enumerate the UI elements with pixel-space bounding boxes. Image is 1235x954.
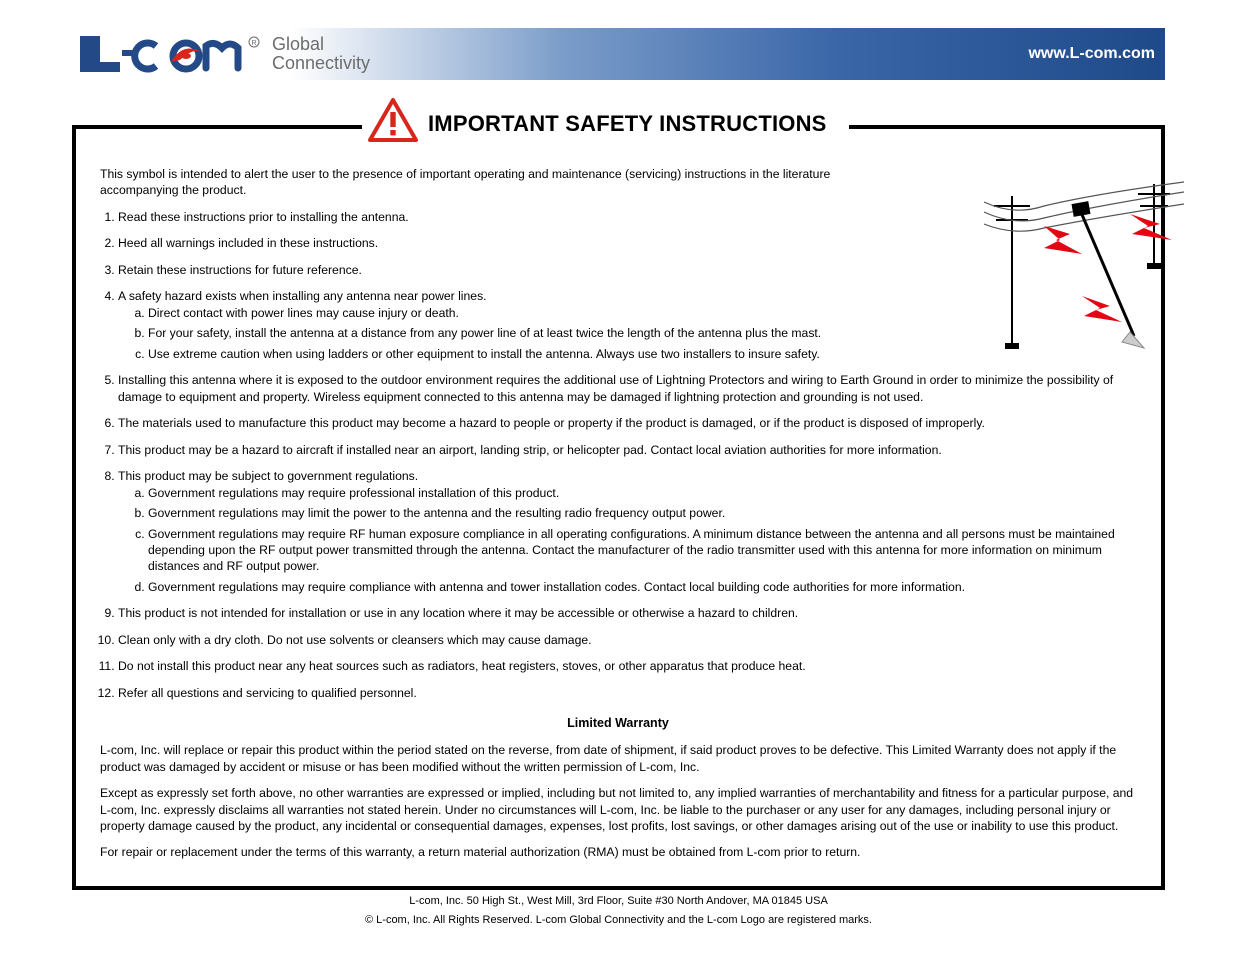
instr-4-sub: Direct contact with power lines may caus… (148, 305, 1136, 362)
instr-8-sub: Government regulations may require profe… (148, 485, 1136, 596)
document-body: This symbol is intended to alert the use… (100, 166, 1136, 871)
instr-4c: Use extreme caution when using ladders o… (148, 346, 1136, 362)
warranty-title: Limited Warranty (100, 715, 1136, 732)
lcom-logo: R (76, 32, 266, 76)
warning-triangle-icon (368, 98, 418, 149)
instr-9: This product is not intended for install… (118, 605, 1136, 621)
instr-8-lead: This product may be subject to governmen… (118, 469, 418, 483)
page-footer: L-com, Inc. 50 High St., West Mill, 3rd … (72, 894, 1165, 928)
instr-6: The materials used to manufacture this p… (118, 415, 1136, 431)
instr-8c: Government regulations may require RF hu… (148, 526, 1136, 575)
instr-7: This product may be a hazard to aircraft… (118, 442, 1136, 458)
tagline-line1: Global (272, 35, 370, 54)
instr-3: Retain these instructions for future ref… (118, 262, 1136, 278)
instr-4-lead: A safety hazard exists when installing a… (118, 289, 487, 303)
footer-copyright: © L-com, Inc. All Rights Reserved. L-com… (72, 913, 1165, 928)
logo-area: R Global Connectivity (72, 28, 370, 80)
instr-4a: Direct contact with power lines may caus… (148, 305, 1136, 321)
warranty-p2: Except as expressly set forth above, no … (100, 785, 1136, 834)
instr-8a: Government regulations may require profe… (148, 485, 1136, 501)
instr-11: Do not install this product near any hea… (118, 658, 1136, 674)
instr-4: A safety hazard exists when installing a… (118, 288, 1136, 362)
instr-5: Installing this antenna where it is expo… (118, 372, 1136, 405)
intro-paragraph: This symbol is intended to alert the use… (100, 166, 890, 199)
tagline-line2: Connectivity (272, 54, 370, 73)
instr-10: Clean only with a dry cloth. Do not use … (118, 632, 1136, 648)
instr-1: Read these instructions prior to install… (118, 209, 1136, 225)
warranty-p1: L-com, Inc. will replace or repair this … (100, 742, 1136, 775)
instr-12: Refer all questions and servicing to qua… (118, 685, 1136, 701)
header-url: www.L-com.com (1028, 45, 1155, 63)
instr-8b: Government regulations may limit the pow… (148, 505, 1136, 521)
header-banner: R Global Connectivity www.L-com.com (72, 28, 1165, 80)
warranty-p3: For repair or replacement under the term… (100, 844, 1136, 860)
instr-2: Heed all warnings included in these inst… (118, 235, 1136, 251)
instr-4b: For your safety, install the antenna at … (148, 325, 1136, 341)
svg-text:R: R (251, 40, 256, 47)
caution-heading-row: IMPORTANT SAFETY INSTRUCTIONS (72, 98, 1165, 149)
instr-8d: Government regulations may require compl… (148, 579, 1136, 595)
instr-8: This product may be subject to governmen… (118, 468, 1136, 595)
footer-address: L-com, Inc. 50 High St., West Mill, 3rd … (72, 894, 1165, 909)
instruction-list: Read these instructions prior to install… (118, 209, 1136, 701)
logo-tagline: Global Connectivity (272, 35, 370, 73)
caution-heading-text: IMPORTANT SAFETY INSTRUCTIONS (428, 111, 827, 137)
